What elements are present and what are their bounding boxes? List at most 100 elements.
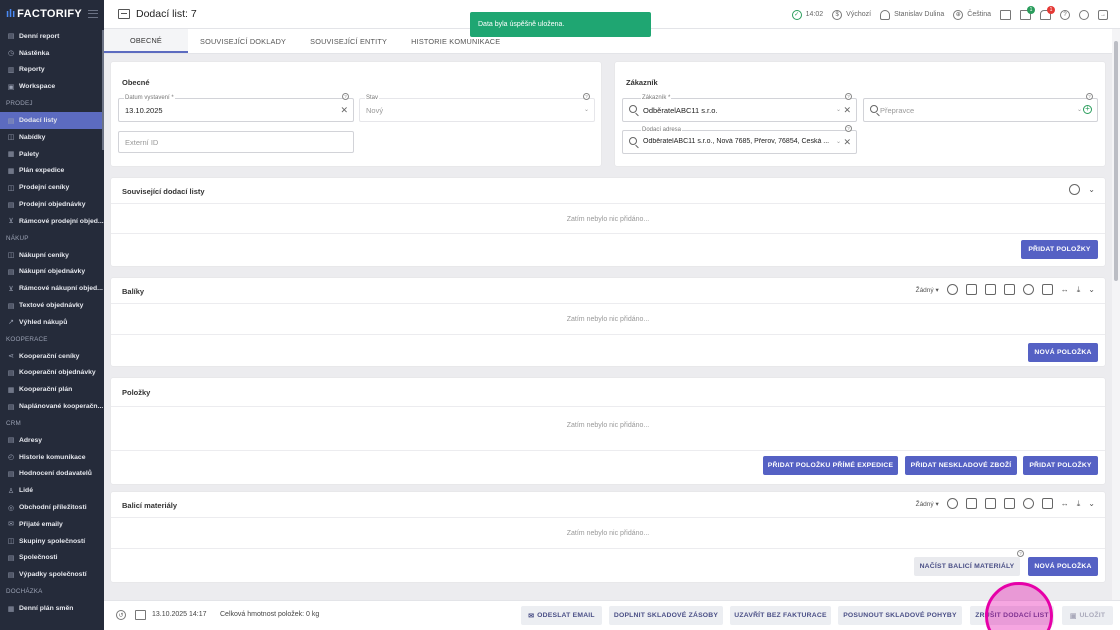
sidebar-item[interactable]: ◫ Nabídky xyxy=(0,129,104,146)
add-non-stock-button[interactable]: PŘIDAT NESKLADOVÉ ZBOŽÍ xyxy=(905,456,1017,475)
help-icon[interactable]: ? xyxy=(342,93,349,100)
new-package-button[interactable]: NOVÁ POLOŽKA xyxy=(1028,343,1098,362)
help-icon[interactable] xyxy=(1069,184,1081,195)
sidebar-item[interactable]: ↗ Výhled nákupů xyxy=(0,314,104,331)
load-packing-materials-button[interactable]: NAČÍST BALICÍ MATERIÁLY xyxy=(914,557,1020,576)
help-icon[interactable]: ? xyxy=(845,125,852,132)
sidebar-item[interactable]: ◴ Historie komunikace xyxy=(0,449,104,466)
chat-icon[interactable] xyxy=(1000,9,1011,20)
add-direct-expedition-button[interactable]: PŘIDAT POLOŽKU PŘÍMÉ EXPEDICE xyxy=(763,456,898,475)
carrier-field[interactable]: ? Přepravce ⌄ + xyxy=(863,93,1098,122)
chevron-down-icon[interactable]: ⌄ xyxy=(1077,106,1082,113)
clear-icon[interactable]: ✕ xyxy=(843,105,851,116)
language-selector[interactable]: ⊕ Čeština xyxy=(953,9,991,20)
chevron-down-icon[interactable]: ⌄ xyxy=(1088,185,1095,194)
image-icon[interactable] xyxy=(1003,284,1015,295)
sidebar-item[interactable]: ◫ Prodejní ceníky xyxy=(0,179,104,196)
sidebar-item[interactable]: ▤ Výpadky společností xyxy=(0,566,104,583)
sidebar-item[interactable]: ▥ Reporty xyxy=(0,62,104,79)
sidebar-item[interactable]: ▣ Workspace xyxy=(0,78,104,95)
clear-icon[interactable]: ✕ xyxy=(340,105,348,116)
search-icon[interactable] xyxy=(1079,9,1089,20)
logo[interactable]: ılı FACTORIFY xyxy=(0,0,104,28)
save-button[interactable]: ▣ ULOŽIT xyxy=(1062,606,1113,625)
new-packing-item-button[interactable]: NOVÁ POLOŽKA xyxy=(1028,557,1098,576)
sidebar-item[interactable]: ▦ Kooperační plán xyxy=(0,381,104,398)
help-icon[interactable]: ? xyxy=(1086,93,1093,100)
columns-icon[interactable] xyxy=(984,284,996,295)
open-window-icon[interactable] xyxy=(135,610,146,620)
settings-icon[interactable] xyxy=(946,498,958,509)
logout-icon[interactable]: → xyxy=(1098,9,1108,20)
grid-icon[interactable] xyxy=(1041,284,1053,295)
sidebar-item[interactable]: ▤ Naplánované kooperačn... xyxy=(0,398,104,415)
filter-select[interactable]: Žádný ▾ xyxy=(916,500,939,508)
external-id-field[interactable]: Externí ID xyxy=(118,131,354,153)
help-icon[interactable]: ? xyxy=(583,93,590,100)
currency-selector[interactable]: $ Výchozí xyxy=(832,9,871,20)
sidebar-item[interactable]: ▦ Denní plán směn xyxy=(0,600,104,617)
sidebar-item[interactable]: ⊻ Rámcové nákupní objed... xyxy=(0,280,104,297)
add-carrier-icon[interactable]: + xyxy=(1083,105,1092,114)
filter-select[interactable]: Žádný ▾ xyxy=(916,286,939,294)
chevron-down-icon[interactable]: ⌄ xyxy=(1088,499,1095,508)
tab-related-entities[interactable]: SOUVISEJÍCÍ ENTITY xyxy=(298,29,399,53)
menu-toggle-icon[interactable] xyxy=(88,10,98,18)
sidebar-item[interactable]: ▦ Palety xyxy=(0,146,104,163)
sidebar-item[interactable]: ⋖ Kooperační ceníky xyxy=(0,348,104,365)
image-icon[interactable] xyxy=(1003,498,1015,509)
sidebar-item[interactable]: ✉ Přijaté emaily xyxy=(0,516,104,533)
main-scrollbar[interactable] xyxy=(1112,29,1120,600)
chevron-down-icon[interactable]: ⌄ xyxy=(836,106,841,113)
sidebar-item[interactable]: ♙ Lidé xyxy=(0,482,104,499)
expand-horizontal-icon[interactable]: ↔ xyxy=(1061,285,1069,294)
eye-icon[interactable] xyxy=(1022,284,1034,295)
delivery-address-field[interactable]: Dodací adresa ? OdběratelABC11 s.r.o., N… xyxy=(622,125,857,154)
scrollbar-thumb[interactable] xyxy=(1114,41,1118,281)
bell-icon[interactable]: 1 xyxy=(1040,5,1055,20)
chevron-down-icon[interactable]: ⌄ xyxy=(1088,285,1095,294)
date-field[interactable]: Datum vystavení * ? 13.10.2025 ✕ xyxy=(118,93,354,122)
sidebar-item[interactable]: ▤ Dodací listy xyxy=(0,112,104,129)
add-items-button[interactable]: PŘIDAT POLOŽKY xyxy=(1021,240,1098,259)
sidebar-item[interactable]: ◫ Skupiny společností xyxy=(0,533,104,550)
customer-field[interactable]: Zákazník * ? OdběratelABC11 s.r.o. ⌄ ✕ xyxy=(622,93,857,122)
close-without-invoice-button[interactable]: UZAVŘÍT BEZ FAKTURACE xyxy=(730,606,831,625)
eye-icon[interactable] xyxy=(1022,498,1034,509)
sidebar-item[interactable]: ◷ Nástěnka xyxy=(0,45,104,62)
time-indicator[interactable]: ✓ 14:02 xyxy=(791,9,823,20)
gift-icon[interactable]: 1 xyxy=(1020,5,1035,20)
sidebar-item[interactable]: ▤ Společnosti xyxy=(0,550,104,567)
download-icon[interactable]: ⤓ xyxy=(1077,499,1081,509)
sidebar-item[interactable]: ▤ Adresy xyxy=(0,432,104,449)
tab-general[interactable]: OBECNÉ xyxy=(104,29,188,53)
sidebar-item[interactable]: ▦ Plán expedice xyxy=(0,163,104,180)
clear-icon[interactable]: ✕ xyxy=(843,137,851,148)
columns-icon[interactable] xyxy=(984,498,996,509)
move-stock-button[interactable]: POSUNOUT SKLADOVÉ POHYBY xyxy=(838,606,962,625)
chevron-down-icon[interactable]: ⌄ xyxy=(836,138,841,145)
history-icon[interactable]: ↺ xyxy=(116,610,126,620)
add-items-button[interactable]: PŘIDAT POLOŽKY xyxy=(1023,456,1098,475)
sidebar-item[interactable]: ▤ Hodnocení dodavatelů xyxy=(0,466,104,483)
expand-horizontal-icon[interactable]: ↔ xyxy=(1061,499,1069,508)
user-menu[interactable]: Stanislav Dulina xyxy=(880,9,944,20)
sidebar-item[interactable]: ▤ Prodejní objednávky xyxy=(0,196,104,213)
sidebar-item[interactable]: ▤ Kooperační objednávky xyxy=(0,365,104,382)
help-icon[interactable]: ? xyxy=(1060,9,1070,20)
download-icon[interactable]: ⤓ xyxy=(1077,285,1081,295)
trash-icon[interactable] xyxy=(965,498,977,509)
sidebar-item[interactable]: ▤ Textové objednávky xyxy=(0,297,104,314)
sidebar-item[interactable]: ⊻ Rámcové prodejní objed... xyxy=(0,213,104,230)
trash-icon[interactable] xyxy=(965,284,977,295)
sidebar-item[interactable]: ▤ Nákupní objednávky xyxy=(0,264,104,281)
restock-button[interactable]: DOPLNIT SKLADOVÉ ZÁSOBY xyxy=(609,606,723,625)
sidebar-item[interactable]: ◫ Nákupní ceníky xyxy=(0,247,104,264)
sidebar-item[interactable]: ▤ Denní report xyxy=(0,28,104,45)
send-email-button[interactable]: ✉ ODESLAT EMAIL xyxy=(521,606,602,625)
help-icon[interactable]: ? xyxy=(1017,550,1024,557)
tab-related-documents[interactable]: SOUVISEJÍCÍ DOKLADY xyxy=(188,29,298,53)
sidebar-item[interactable]: ◎ Obchodní příležitosti xyxy=(0,499,104,516)
grid-icon[interactable] xyxy=(1041,498,1053,509)
settings-icon[interactable] xyxy=(946,284,958,295)
